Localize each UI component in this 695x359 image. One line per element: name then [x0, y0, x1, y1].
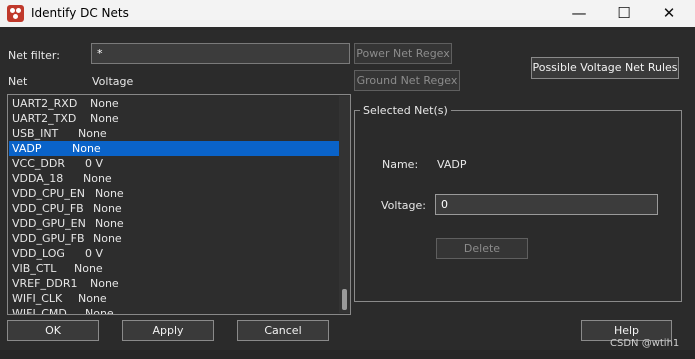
name-value: VADP: [437, 158, 467, 171]
net-name: VDDA_18: [12, 172, 64, 185]
net-voltage: 0 V: [85, 247, 104, 260]
net-name: VREF_DDR1: [12, 277, 78, 290]
list-item[interactable]: VREF_DDR1 None: [9, 276, 339, 291]
window-title: Identify DC Nets: [31, 6, 129, 20]
list-item[interactable]: UART2_RXD None: [9, 96, 339, 111]
voltage-label: Voltage:: [381, 199, 426, 212]
scrollbar-thumb[interactable]: [342, 289, 347, 310]
net-voltage: None: [95, 187, 124, 200]
list-scrollbar[interactable]: [339, 96, 350, 313]
net-voltage: None: [83, 172, 112, 185]
watermark: CSDN @wtih1: [610, 338, 680, 349]
cancel-button[interactable]: Cancel: [237, 320, 329, 341]
net-name: UART2_RXD: [12, 97, 78, 110]
net-filter-label: Net filter:: [8, 49, 60, 62]
net-voltage: None: [90, 277, 119, 290]
net-voltage: None: [78, 292, 107, 305]
list-item-selected[interactable]: VADP None: [9, 141, 339, 156]
power-net-regex-button[interactable]: Power Net Regex: [354, 43, 452, 64]
net-voltage: None: [95, 217, 124, 230]
voltage-column-header: Voltage: [92, 75, 134, 88]
list-item[interactable]: UART2_TXD None: [9, 111, 339, 126]
net-voltage: None: [85, 307, 114, 315]
name-label: Name:: [382, 158, 419, 171]
net-voltage: None: [74, 262, 103, 275]
list-item[interactable]: VCC_DDR 0 V: [9, 156, 339, 171]
net-name: VDD_LOG: [12, 247, 65, 260]
net-voltage: None: [93, 232, 122, 245]
bottom-strip: [0, 350, 695, 359]
net-name: VDD_GPU_FB: [12, 232, 85, 245]
net-voltage: None: [90, 97, 119, 110]
minimize-button[interactable]: —: [556, 0, 602, 27]
net-voltage: None: [72, 142, 101, 155]
net-name: UART2_TXD: [12, 112, 77, 125]
apply-button[interactable]: Apply: [122, 320, 214, 341]
voltage-input[interactable]: 0: [435, 194, 658, 215]
net-voltage: None: [90, 112, 119, 125]
net-name: WIFI_CMD: [12, 307, 67, 315]
net-filter-input[interactable]: *: [91, 43, 350, 64]
list-item[interactable]: VDD_GPU_EN None: [9, 216, 339, 231]
net-voltage: None: [78, 127, 107, 140]
net-name: VCC_DDR: [12, 157, 65, 170]
close-button[interactable]: ✕: [646, 0, 692, 27]
app-icon: [7, 5, 24, 22]
net-name: VIB_CTL: [12, 262, 57, 275]
list-item[interactable]: VDD_CPU_EN None: [9, 186, 339, 201]
list-item[interactable]: USB_INT None: [9, 126, 339, 141]
list-item[interactable]: VDD_GPU_FB None: [9, 231, 339, 246]
net-name: USB_INT: [12, 127, 59, 140]
list-item[interactable]: WIFI_CLK None: [9, 291, 339, 306]
net-list[interactable]: UART2_RXD None UART2_TXD None USB_INT None …: [7, 94, 351, 315]
ground-net-regex-button[interactable]: Ground Net Regex: [354, 70, 460, 91]
title-bar: Identify DC Nets — ☐ ✕: [0, 0, 695, 27]
net-name: VDD_GPU_EN: [12, 217, 86, 230]
net-voltage: 0 V: [85, 157, 104, 170]
ok-button[interactable]: OK: [7, 320, 99, 341]
net-name: VADP: [12, 142, 42, 155]
list-item[interactable]: VDD_CPU_FB None: [9, 201, 339, 216]
net-column-header: Net: [8, 75, 28, 88]
list-item[interactable]: WIFI_CMD None: [9, 306, 339, 315]
list-item[interactable]: VDDA_18 None: [9, 171, 339, 186]
delete-button[interactable]: Delete: [436, 238, 528, 259]
list-item[interactable]: VDD_LOG 0 V: [9, 246, 339, 261]
possible-voltage-net-rules-button[interactable]: Possible Voltage Net Rules: [531, 57, 679, 79]
selected-nets-title: Selected Net(s): [360, 104, 451, 117]
net-name: VDD_CPU_EN: [12, 187, 86, 200]
maximize-button[interactable]: ☐: [601, 0, 647, 27]
list-item[interactable]: VIB_CTL None: [9, 261, 339, 276]
net-name: VDD_CPU_FB: [12, 202, 84, 215]
net-name: WIFI_CLK: [12, 292, 63, 305]
net-voltage: None: [93, 202, 122, 215]
